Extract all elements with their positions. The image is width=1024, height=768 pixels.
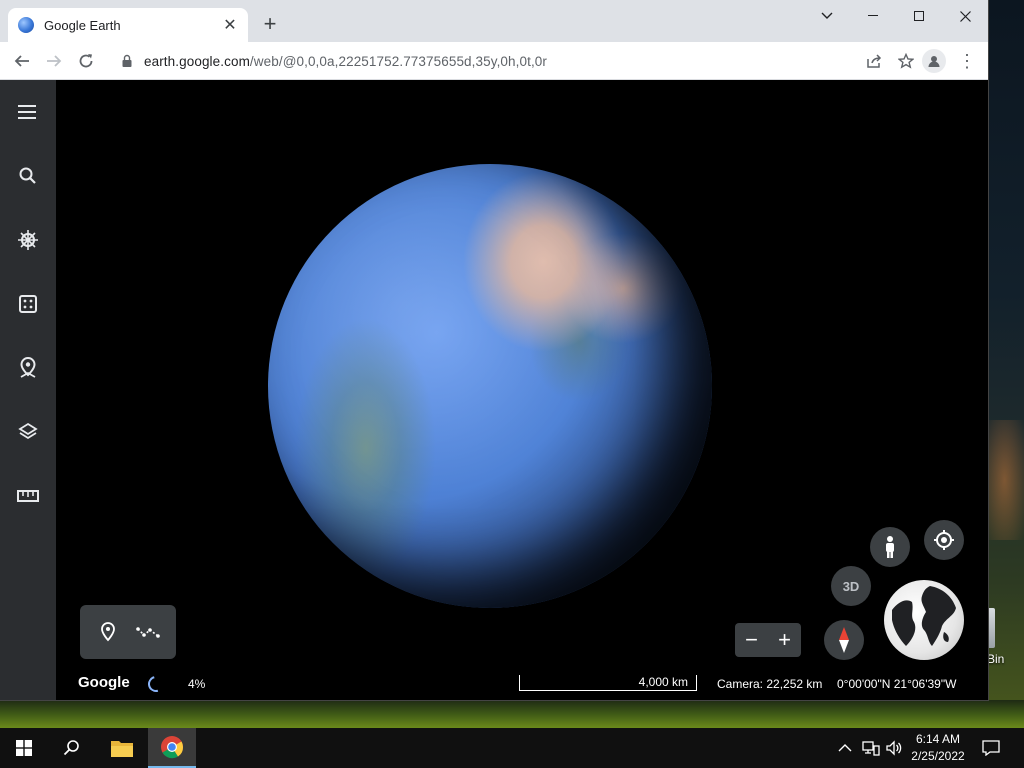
tab-bar: Google Earth ✕ + bbox=[0, 0, 988, 42]
close-window-button[interactable] bbox=[942, 0, 988, 32]
tab-search-chevron-icon[interactable] bbox=[804, 0, 850, 32]
taskbar-search-button[interactable] bbox=[48, 728, 96, 768]
taskbar-search-icon bbox=[63, 740, 79, 756]
address-bar[interactable]: earth.google.com/web/@0,0,0a,22251752.77… bbox=[110, 47, 918, 75]
taskbar-clock[interactable]: 6:14 AM 2/25/2022 bbox=[906, 731, 970, 765]
lock-icon[interactable] bbox=[120, 54, 134, 68]
camera-altitude: Camera: 22,252 km bbox=[717, 677, 823, 691]
recycle-bin-label[interactable]: Bin bbox=[987, 652, 1004, 666]
draw-path-icon[interactable] bbox=[134, 618, 162, 646]
show-hidden-icons-chevron-icon[interactable] bbox=[838, 728, 852, 768]
wallpaper-grass bbox=[0, 700, 1024, 728]
scale-bar[interactable]: 4,000 km bbox=[519, 675, 697, 691]
overview-minimap-globe[interactable] bbox=[884, 580, 964, 660]
zoom-controls: − + bbox=[735, 623, 801, 657]
recycle-bin-icon[interactable] bbox=[987, 608, 995, 648]
volume-icon[interactable] bbox=[885, 728, 903, 768]
feeling-lucky-dice-icon[interactable] bbox=[12, 288, 44, 320]
windows-taskbar: 6:14 AM 2/25/2022 bbox=[0, 728, 1024, 768]
projects-pin-icon[interactable] bbox=[12, 352, 44, 384]
minimize-button[interactable] bbox=[850, 0, 896, 32]
wallpaper-glow bbox=[985, 420, 1024, 540]
google-earth-viewport[interactable]: Google 4% 4,000 km Camera: 22,252 km 0°0… bbox=[0, 80, 988, 700]
loading-spinner-icon bbox=[145, 673, 167, 695]
compass-needle-icon bbox=[839, 627, 849, 653]
pegman-icon bbox=[886, 536, 894, 558]
zoom-in-button[interactable]: + bbox=[778, 627, 791, 653]
browser-toolbar: earth.google.com/web/@0,0,0a,22251752.77… bbox=[0, 42, 988, 80]
compass-button[interactable] bbox=[824, 620, 864, 660]
drawing-tools-card bbox=[80, 605, 176, 659]
url-host: earth.google.com bbox=[144, 53, 250, 69]
search-icon[interactable] bbox=[12, 160, 44, 192]
world-outline-icon bbox=[892, 586, 956, 646]
tab-google-earth[interactable]: Google Earth ✕ bbox=[8, 8, 248, 42]
back-button[interactable] bbox=[10, 49, 34, 73]
file-explorer-button[interactable] bbox=[98, 728, 146, 768]
browser-menu-icon[interactable]: ⋮ bbox=[958, 49, 976, 73]
bookmark-star-icon[interactable] bbox=[894, 49, 918, 73]
url-path: /web/@0,0,0a,22251752.77375655d,35y,0h,0… bbox=[249, 53, 548, 69]
forward-button[interactable] bbox=[42, 49, 66, 73]
browser-window: Google Earth ✕ + earth.google.com/web/@0… bbox=[0, 0, 988, 700]
chrome-taskbar-button[interactable] bbox=[148, 728, 196, 768]
add-placemark-pin-icon[interactable] bbox=[94, 618, 122, 646]
clock-date: 2/25/2022 bbox=[911, 749, 965, 763]
windows-logo-icon bbox=[16, 740, 32, 756]
measure-ruler-icon[interactable] bbox=[12, 480, 44, 512]
my-location-button[interactable] bbox=[924, 520, 964, 560]
earth-globe-shading bbox=[268, 164, 712, 608]
earth-sidebar bbox=[0, 80, 56, 700]
start-button[interactable] bbox=[0, 728, 48, 768]
share-icon[interactable] bbox=[862, 49, 886, 73]
profile-avatar-icon[interactable] bbox=[922, 49, 946, 73]
chrome-icon bbox=[161, 736, 184, 759]
my-location-target-icon bbox=[934, 530, 954, 550]
tab-close-icon[interactable]: ✕ bbox=[222, 15, 238, 35]
url-text: earth.google.com/web/@0,0,0a,22251752.77… bbox=[144, 54, 854, 69]
toggle-3d-button[interactable]: 3D bbox=[831, 566, 871, 606]
pegman-street-view-button[interactable] bbox=[870, 527, 910, 567]
new-tab-button[interactable]: + bbox=[258, 12, 282, 36]
folder-icon bbox=[111, 741, 133, 757]
map-style-layers-icon[interactable] bbox=[12, 416, 44, 448]
hamburger-menu-icon[interactable] bbox=[12, 96, 44, 128]
network-icon[interactable] bbox=[862, 728, 880, 768]
clock-time: 6:14 AM bbox=[915, 732, 961, 746]
maximize-button[interactable] bbox=[896, 0, 942, 32]
google-logo: Google bbox=[78, 674, 130, 691]
voyager-helm-icon[interactable] bbox=[12, 224, 44, 256]
tab-title: Google Earth bbox=[44, 17, 121, 33]
reload-button[interactable] bbox=[74, 49, 98, 73]
action-center-notification-icon[interactable] bbox=[982, 728, 1000, 768]
zoom-out-button[interactable]: − bbox=[745, 627, 758, 653]
loading-percent: 4% bbox=[188, 677, 206, 691]
scale-label: 4,000 km bbox=[638, 675, 688, 689]
google-earth-favicon-icon bbox=[18, 17, 34, 33]
cursor-coordinates: 0°00'00"N 21°06'39"W bbox=[837, 677, 957, 691]
